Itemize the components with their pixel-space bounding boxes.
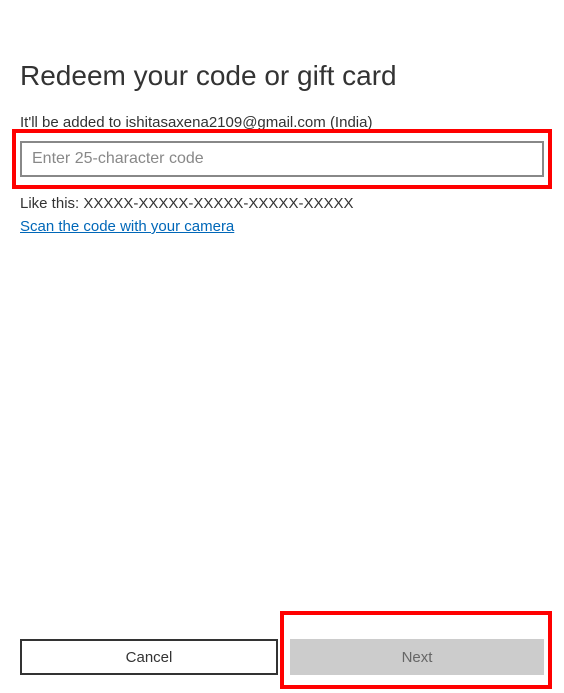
next-button-wrapper: Next [290,639,544,675]
code-input-wrapper [20,141,544,177]
code-input[interactable] [20,141,544,177]
scan-code-link[interactable]: Scan the code with your camera [20,218,544,235]
page-title: Redeem your code or gift card [20,60,544,92]
account-info-text: It'll be added to ishitasaxena2109@gmail… [20,114,544,131]
cancel-button[interactable]: Cancel [20,639,278,675]
button-row: Cancel Next [20,639,544,675]
code-format-example: Like this: XXXXX-XXXXX-XXXXX-XXXXX-XXXXX [20,195,544,212]
next-button[interactable]: Next [290,639,544,675]
